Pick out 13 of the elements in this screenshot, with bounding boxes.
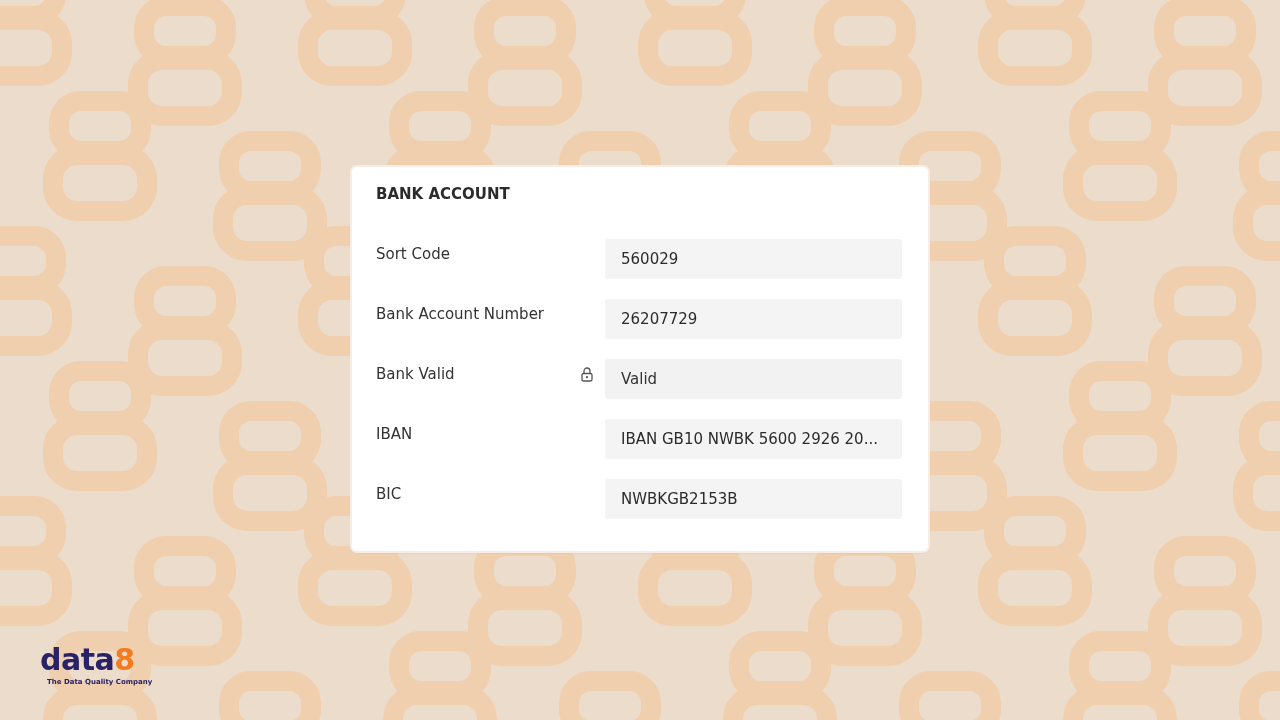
text-field[interactable]: 26207729 (605, 299, 902, 339)
text-field[interactable]: NWBKGB2153B (605, 479, 902, 519)
field-label: Sort Code (376, 244, 451, 263)
field-label: Bank Account Number (376, 304, 546, 323)
field-label: IBAN (376, 424, 414, 443)
field-label: Bank Valid (376, 364, 456, 383)
text-field[interactable]: IBAN GB10 NWBK 5600 2926 20... (605, 419, 902, 459)
card-title: BANK ACCOUNT (376, 185, 511, 203)
text-field[interactable]: Valid (605, 359, 902, 399)
logo-wordmark: data8 (40, 645, 136, 675)
lock-icon (581, 367, 593, 382)
field-label: BIC (376, 484, 403, 503)
text-field[interactable]: 560029 (605, 239, 902, 279)
